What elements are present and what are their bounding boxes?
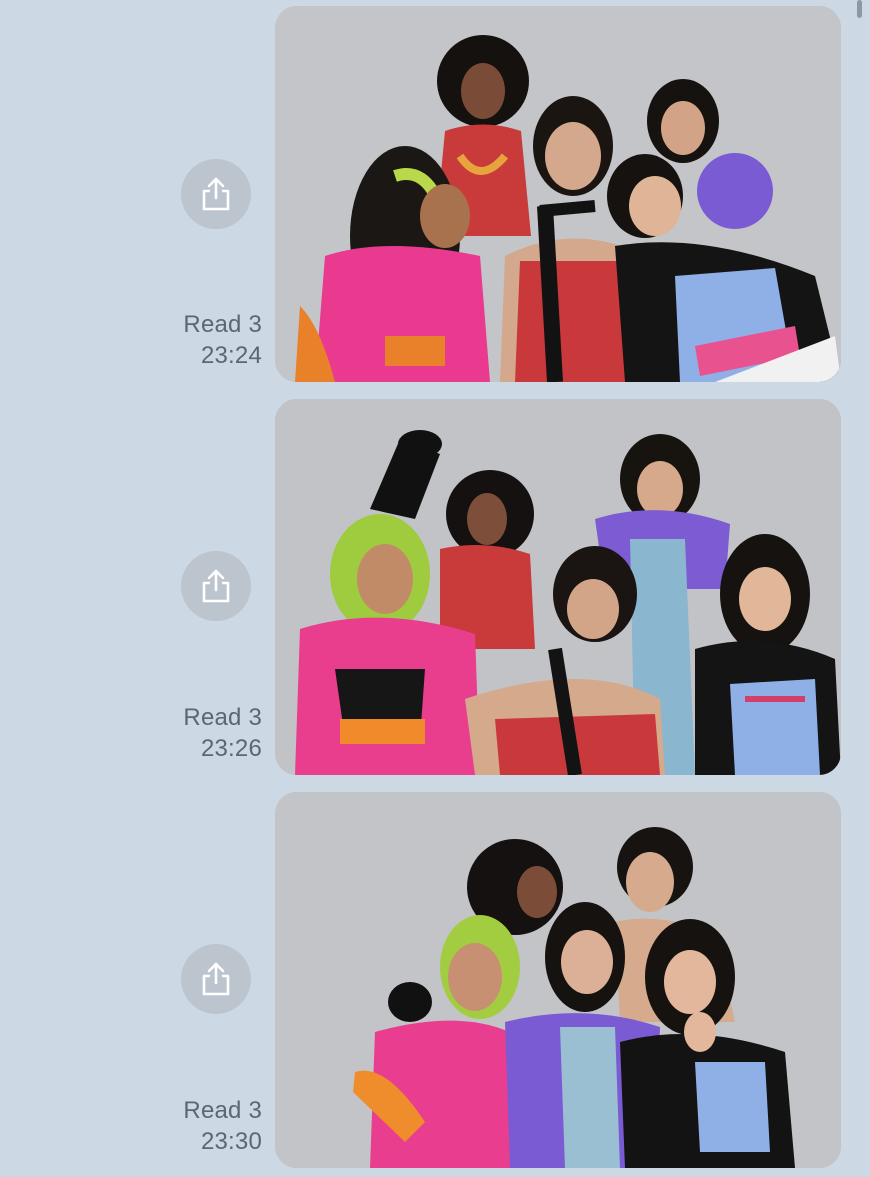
chat-thread[interactable]: Read 3 23:24 Read 3 23:26 Read 3 23:30 bbox=[0, 0, 870, 1177]
share-icon bbox=[202, 177, 230, 211]
group-photo bbox=[275, 792, 841, 1168]
share-icon bbox=[202, 569, 230, 603]
timestamp: 23:30 bbox=[200, 1128, 262, 1155]
message-2: Read 3 23:26 bbox=[0, 399, 870, 775]
message-meta: Read 3 23:26 bbox=[183, 702, 262, 764]
read-receipt: Read 3 bbox=[183, 704, 262, 731]
timestamp: 23:24 bbox=[200, 342, 262, 369]
photo-message[interactable] bbox=[275, 399, 841, 775]
share-button[interactable] bbox=[181, 944, 251, 1014]
message-meta: Read 3 23:24 bbox=[183, 309, 262, 371]
photo-message[interactable] bbox=[275, 6, 841, 382]
group-photo bbox=[275, 6, 841, 382]
share-icon bbox=[202, 962, 230, 996]
photo-message[interactable] bbox=[275, 792, 841, 1168]
timestamp: 23:26 bbox=[200, 735, 262, 762]
message-3: Read 3 23:30 bbox=[0, 792, 870, 1168]
share-button[interactable] bbox=[181, 551, 251, 621]
message-1: Read 3 23:24 bbox=[0, 6, 870, 382]
group-photo bbox=[275, 399, 841, 775]
read-receipt: Read 3 bbox=[183, 311, 262, 338]
message-meta: Read 3 23:30 bbox=[183, 1095, 262, 1157]
read-receipt: Read 3 bbox=[183, 1097, 262, 1124]
share-button[interactable] bbox=[181, 159, 251, 229]
